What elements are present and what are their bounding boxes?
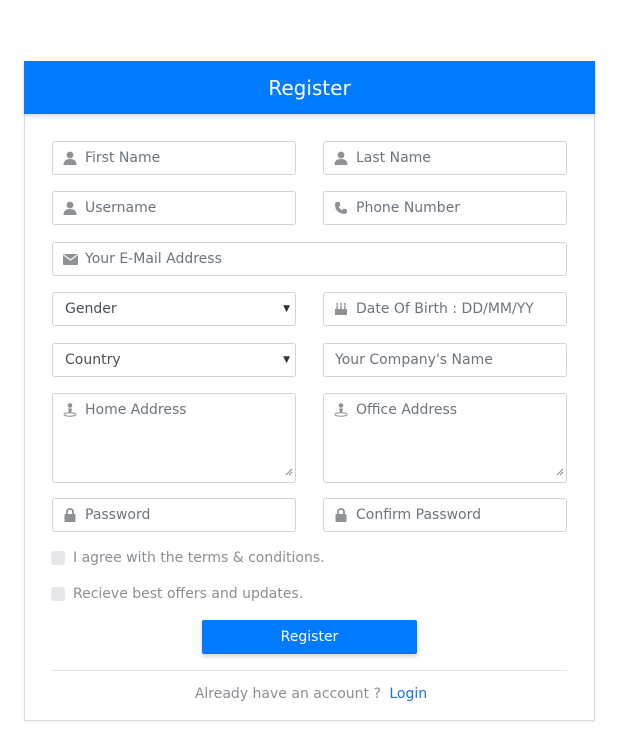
register-button-label: Register: [280, 629, 339, 645]
office-address-textarea[interactable]: Office Address: [323, 393, 567, 483]
first-name-field[interactable]: First Name: [52, 141, 296, 175]
gender-select[interactable]: Gender ▼: [52, 292, 296, 326]
resize-handle-icon[interactable]: [556, 464, 564, 480]
resize-handle-icon[interactable]: [285, 464, 293, 480]
lock-icon: [53, 508, 85, 522]
confirm-password-placeholder: Confirm Password: [356, 507, 482, 523]
first-name-placeholder: First Name: [85, 150, 161, 166]
email-placeholder: Your E-Mail Address: [85, 251, 222, 267]
email-field[interactable]: Your E-Mail Address: [52, 242, 567, 276]
confirm-password-field[interactable]: Confirm Password: [323, 498, 567, 532]
terms-checkbox-row[interactable]: I agree with the terms & conditions.: [51, 550, 325, 566]
password-placeholder: Password: [85, 507, 151, 523]
dob-placeholder: Date Of Birth : DD/MM/YY: [356, 301, 534, 317]
company-placeholder: Your Company's Name: [335, 352, 493, 368]
terms-label: I agree with the terms & conditions.: [73, 550, 325, 566]
country-selected-value: Country: [65, 352, 121, 368]
offers-label: Recieve best offers and updates.: [73, 586, 304, 602]
login-prompt: Already have an account ? Login: [0, 686, 622, 702]
login-prompt-text: Already have an account ?: [194, 686, 381, 702]
password-field[interactable]: Password: [52, 498, 296, 532]
home-address-textarea[interactable]: Home Address: [52, 393, 296, 483]
username-field[interactable]: Username: [52, 191, 296, 225]
offers-checkbox-row[interactable]: Recieve best offers and updates.: [51, 586, 303, 602]
phone-field[interactable]: Phone Number: [323, 191, 567, 225]
office-address-placeholder: Office Address: [356, 402, 458, 418]
username-placeholder: Username: [85, 200, 157, 216]
chevron-down-icon: ▼: [283, 355, 290, 365]
last-name-field[interactable]: Last Name: [323, 141, 567, 175]
login-link[interactable]: Login: [389, 686, 427, 702]
card-header: Register: [24, 61, 595, 114]
terms-checkbox[interactable]: [51, 551, 65, 565]
user-icon: [324, 151, 356, 165]
divider: [51, 670, 567, 671]
user-icon: [53, 201, 85, 215]
chevron-down-icon: ▼: [283, 304, 290, 314]
phone-placeholder: Phone Number: [356, 200, 461, 216]
offers-checkbox[interactable]: [51, 587, 65, 601]
map-marker-icon: [53, 402, 85, 417]
country-select[interactable]: Country ▼: [52, 343, 296, 377]
envelope-icon: [53, 253, 85, 265]
last-name-placeholder: Last Name: [356, 150, 431, 166]
map-marker-icon: [324, 402, 356, 417]
phone-icon: [324, 201, 356, 215]
birthday-cake-icon: [324, 302, 356, 316]
dob-field[interactable]: Date Of Birth : DD/MM/YY: [323, 292, 567, 326]
gender-selected-value: Gender: [65, 301, 117, 317]
lock-icon: [324, 508, 356, 522]
home-address-placeholder: Home Address: [85, 402, 187, 418]
user-icon: [53, 151, 85, 165]
page-title: Register: [268, 75, 351, 100]
company-field[interactable]: Your Company's Name: [323, 343, 567, 377]
register-button[interactable]: Register: [202, 620, 417, 654]
